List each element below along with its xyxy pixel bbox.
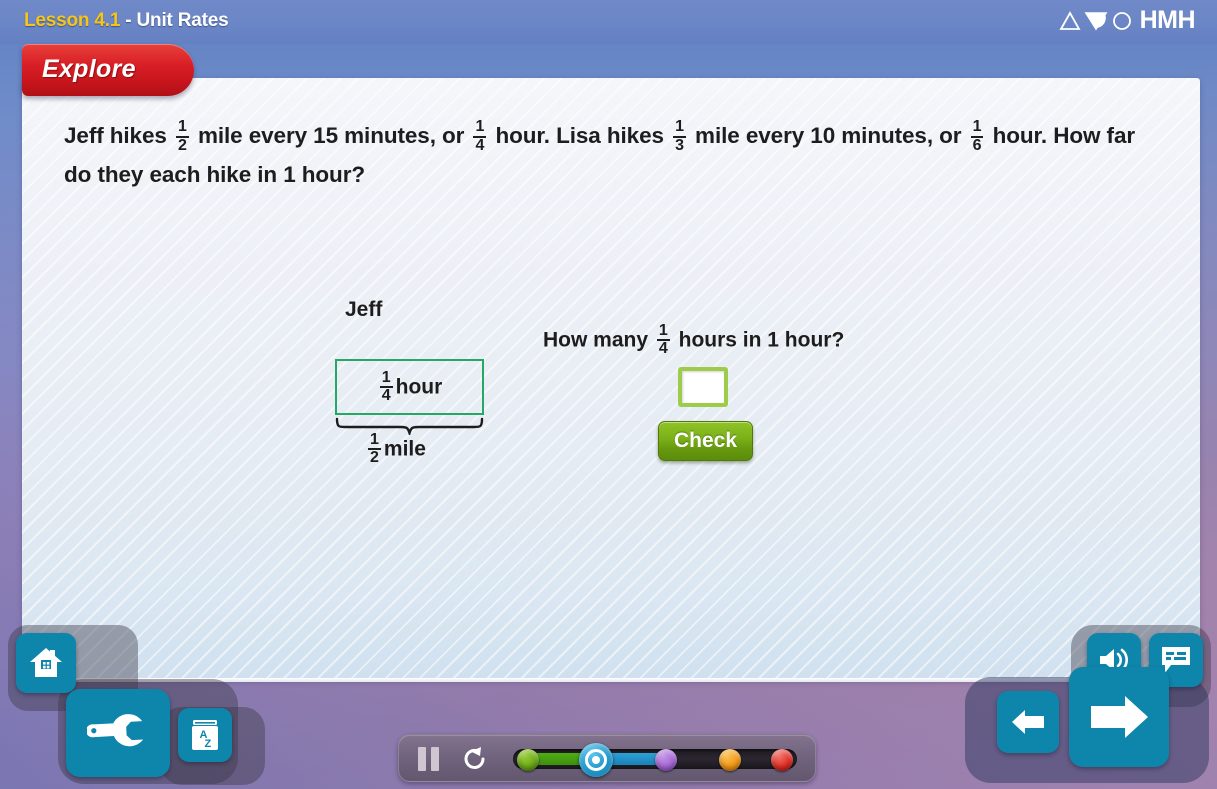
answer-input[interactable] xyxy=(678,367,728,407)
progress-step-1[interactable] xyxy=(517,749,539,771)
page-title: Lesson 4.1 - Unit Rates xyxy=(24,10,229,32)
fraction-one-half-brace: 12 xyxy=(368,431,381,467)
glossary-button[interactable]: A Z xyxy=(178,708,232,762)
next-button[interactable] xyxy=(1069,667,1169,767)
replay-icon xyxy=(464,747,485,769)
problem-text-3: hour. Lisa hikes xyxy=(495,123,664,148)
tools-button[interactable] xyxy=(66,689,170,777)
circle-icon xyxy=(1112,11,1131,30)
diagram-distance-unit: mile xyxy=(383,437,426,461)
pause-button[interactable] xyxy=(418,747,444,771)
problem-text-1: Jeff hikes xyxy=(64,123,167,148)
pause-bar-left xyxy=(418,747,426,771)
progress-current-ring xyxy=(585,749,607,771)
home-button[interactable] xyxy=(16,633,76,693)
question-text-a: How many xyxy=(543,328,649,352)
glossary-letter-z: Z xyxy=(205,738,212,750)
toolbar-left xyxy=(0,609,300,789)
tab-explore[interactable]: Explore xyxy=(22,44,194,96)
diagram-time-box-unit: hour xyxy=(395,375,443,399)
diagram-time-box-label: 1 4 hour xyxy=(377,368,443,405)
fraction-one-half: 12 xyxy=(175,118,189,154)
fraction-one-fourth-question: 14 xyxy=(656,322,670,358)
question-text-b: hours in 1 hour? xyxy=(678,328,845,352)
progress-bar xyxy=(398,734,816,782)
fraction-one-third: 13 xyxy=(673,118,686,154)
tab-explore-label: Explore xyxy=(42,55,136,83)
lesson-number: Lesson 4.1 xyxy=(24,10,121,31)
progress-step-5[interactable] xyxy=(771,749,793,771)
toolbar-right xyxy=(957,609,1217,789)
app-header: Lesson 4.1 - Unit Rates HMH xyxy=(0,0,1217,44)
title-separator: - xyxy=(120,10,137,31)
lesson-name: Unit Rates xyxy=(136,10,229,31)
fraction-one-sixth: 16 xyxy=(970,118,984,154)
question-prompt: How many 14 hours in 1 hour? xyxy=(543,322,845,358)
progress-step-3[interactable] xyxy=(655,749,677,771)
triangle-icon xyxy=(1059,10,1081,30)
arrow-left-icon xyxy=(1012,710,1044,734)
hmh-logo-marks xyxy=(1059,10,1133,31)
progress-current-center xyxy=(592,756,600,764)
home-icon xyxy=(30,648,62,677)
problem-text-5: every 10 minutes, or xyxy=(745,123,962,148)
hmh-logo-text: HMH xyxy=(1139,6,1196,34)
diagram-time-box: 1 4 hour xyxy=(335,359,484,415)
arrow-right-icon xyxy=(1091,696,1148,738)
problem-text-2: mile every 15 minutes, or xyxy=(197,123,465,148)
progress-step-2-current[interactable] xyxy=(579,743,613,777)
previous-button[interactable] xyxy=(997,691,1059,753)
problem-statement: Jeff hikes 12 mile every 15 minutes, or … xyxy=(64,116,1154,194)
diagram-person-label: Jeff xyxy=(345,298,383,321)
fraction-one-fourth-box: 14 xyxy=(379,368,393,404)
wrench-icon xyxy=(87,714,144,747)
pause-bar-right xyxy=(431,747,439,771)
glossary-book-icon: A Z xyxy=(192,720,218,750)
diagram-distance-label: 1 2 mile xyxy=(335,431,555,467)
lesson-content-panel: Jeff hikes 12 mile every 15 minutes, or … xyxy=(22,78,1200,680)
progress-track[interactable] xyxy=(513,743,797,777)
wedge-icon xyxy=(1084,11,1108,31)
progress-step-4[interactable] xyxy=(719,749,741,771)
problem-text-4: mile xyxy=(695,123,740,148)
hmh-logo: HMH xyxy=(1059,6,1196,34)
check-button[interactable]: Check xyxy=(658,421,753,461)
fraction-one-fourth: 14 xyxy=(473,118,487,154)
replay-button[interactable] xyxy=(461,745,491,773)
